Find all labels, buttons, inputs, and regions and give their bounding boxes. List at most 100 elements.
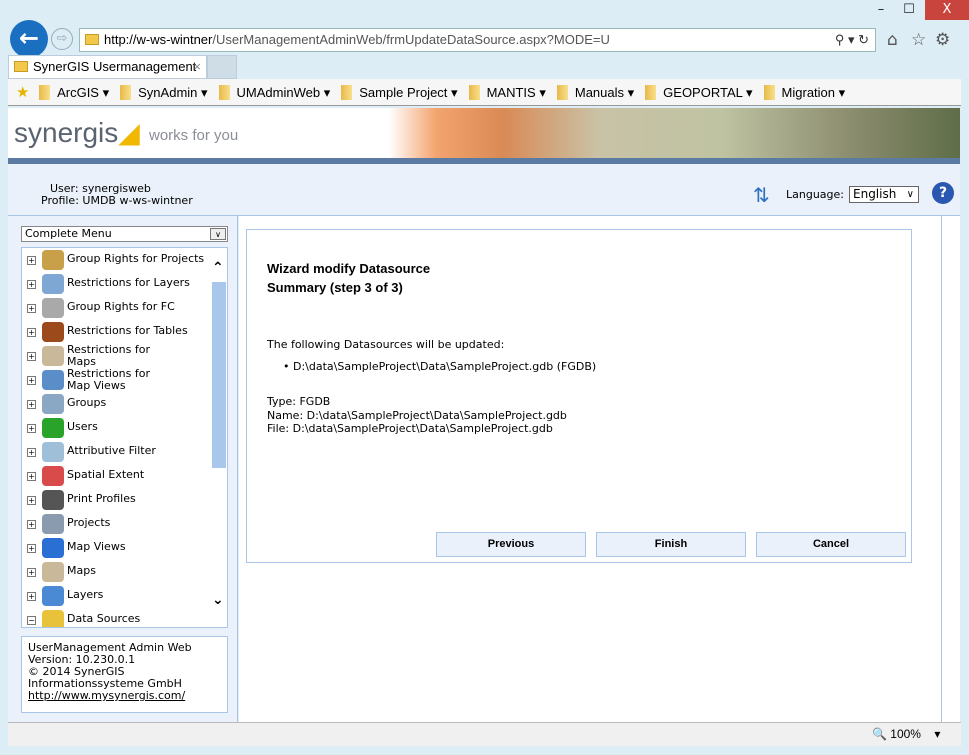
close-tab-icon[interactable]: × bbox=[193, 56, 201, 78]
scroll-down-icon[interactable]: ⌄ bbox=[212, 592, 224, 608]
close-window-button[interactable]: X bbox=[925, 0, 969, 20]
expand-icon[interactable]: + bbox=[27, 448, 36, 457]
folder-icon bbox=[645, 85, 657, 100]
expand-icon[interactable]: + bbox=[27, 568, 36, 577]
type-text: Type: FGDB bbox=[267, 395, 331, 408]
expand-icon[interactable]: + bbox=[27, 520, 36, 529]
search-refresh-icons[interactable]: ⚲ ▾ ↻ bbox=[835, 29, 869, 51]
datasource-list-item: • D:\data\SampleProject\Data\SampleProje… bbox=[283, 360, 597, 373]
browser-tab[interactable]: SynerGIS Usermanagement ... × bbox=[8, 55, 207, 96]
expand-icon[interactable]: + bbox=[27, 304, 36, 313]
tree-item[interactable]: + Print Profiles bbox=[27, 488, 207, 512]
expand-icon[interactable]: + bbox=[27, 544, 36, 553]
tree-item[interactable]: + Group Rights for Projects bbox=[27, 248, 207, 272]
tree-item-icon bbox=[42, 514, 64, 534]
profile-info: Profile: UMDB w-ws-wintner bbox=[41, 194, 193, 207]
tree-item-icon bbox=[42, 298, 64, 318]
address-bar[interactable]: http://w-ws-wintner/UserManagementAdminW… bbox=[79, 28, 876, 52]
expand-icon[interactable]: + bbox=[27, 496, 36, 505]
favicon-icon bbox=[14, 61, 28, 72]
tree-item[interactable]: + Restrictions for Layers bbox=[27, 272, 207, 296]
home-icon[interactable]: ⌂ bbox=[887, 30, 898, 50]
tree-item[interactable]: − Data Sources bbox=[27, 608, 207, 627]
tree-item-label: Group Rights for FC bbox=[67, 300, 175, 313]
tree-item-label: Users bbox=[67, 420, 98, 433]
previous-button[interactable]: Previous bbox=[436, 532, 586, 557]
chevron-down-icon[interactable]: ∨ bbox=[210, 228, 226, 240]
scrollbar-thumb[interactable] bbox=[212, 282, 226, 468]
expand-icon[interactable]: + bbox=[27, 400, 36, 409]
new-tab-button[interactable] bbox=[207, 55, 237, 79]
tree-item-label: Map Views bbox=[67, 540, 126, 553]
expand-icon[interactable]: + bbox=[27, 280, 36, 289]
settings-gear-icon[interactable]: ⚙ bbox=[935, 30, 950, 50]
menu-select-value: Complete Menu bbox=[25, 227, 112, 240]
zoom-control[interactable]: 🔍 100% ▾ bbox=[872, 727, 940, 741]
tree-item-icon bbox=[42, 562, 64, 582]
back-button[interactable]: ← bbox=[10, 20, 48, 58]
expand-icon[interactable]: + bbox=[27, 256, 36, 265]
favorites-star-icon[interactable]: ☆ bbox=[911, 30, 926, 50]
minimize-button[interactable]: – bbox=[867, 0, 895, 20]
collapse-icon[interactable]: − bbox=[27, 616, 36, 625]
favorite-folder[interactable]: SynAdmin ▾ bbox=[120, 79, 208, 106]
maximize-button[interactable]: ☐ bbox=[895, 0, 923, 20]
refresh-icon[interactable]: ⇅ bbox=[753, 183, 770, 207]
tree-item-icon bbox=[42, 586, 64, 606]
favorite-folder[interactable]: MANTIS ▾ bbox=[468, 79, 546, 106]
favorite-folder[interactable]: Sample Project ▾ bbox=[341, 79, 458, 106]
language-select[interactable]: English ∨ bbox=[849, 186, 919, 203]
expand-icon[interactable]: + bbox=[27, 328, 36, 337]
website-link[interactable]: http://www.mysynergis.com/ bbox=[28, 689, 185, 702]
about-box: UserManagement Admin Web Version: 10.230… bbox=[21, 636, 228, 713]
tree-item-icon bbox=[42, 610, 64, 627]
expand-icon[interactable]: + bbox=[27, 424, 36, 433]
dropdown-arrow-icon: ▾ bbox=[746, 85, 753, 100]
tree-item-label: Group Rights for Projects bbox=[67, 252, 205, 265]
tree-item[interactable]: + Maps bbox=[27, 560, 207, 584]
tree-item-label: Spatial Extent bbox=[67, 468, 145, 481]
tree-item-label: Projects bbox=[67, 516, 111, 529]
tree-item[interactable]: + Restrictions for Tables bbox=[27, 320, 207, 344]
tree-item-label: Print Profiles bbox=[67, 492, 136, 505]
tree-item-icon bbox=[42, 466, 64, 486]
expand-icon[interactable]: + bbox=[27, 592, 36, 601]
scroll-up-icon[interactable]: ⌃ bbox=[212, 260, 224, 276]
tree-item-icon bbox=[42, 370, 64, 390]
cancel-button[interactable]: Cancel bbox=[756, 532, 906, 557]
tree-item[interactable]: + Restrictions for Maps bbox=[27, 344, 207, 368]
tree-item-label: Layers bbox=[67, 588, 104, 601]
add-favorite-icon[interactable]: ★ bbox=[16, 84, 29, 101]
favorite-label: MANTIS bbox=[486, 85, 536, 100]
finish-button[interactable]: Finish bbox=[596, 532, 746, 557]
expand-icon[interactable]: + bbox=[27, 352, 36, 361]
tree-item[interactable]: + Layers bbox=[27, 584, 207, 608]
tree-item-icon bbox=[42, 418, 64, 438]
folder-icon bbox=[120, 85, 132, 100]
favorite-folder[interactable]: GEOPORTAL ▾ bbox=[645, 79, 753, 106]
favorite-folder[interactable]: Migration ▾ bbox=[763, 79, 845, 106]
favorite-folder[interactable]: Manuals ▾ bbox=[556, 79, 634, 106]
tree-item-icon bbox=[42, 490, 64, 510]
menu-select[interactable]: Complete Menu ∨ bbox=[21, 226, 228, 242]
forward-button[interactable]: ⇨ bbox=[51, 28, 73, 50]
favorite-folder[interactable]: UMAdminWeb ▾ bbox=[218, 79, 330, 106]
tree-item[interactable]: + Map Views bbox=[27, 536, 207, 560]
favorite-folder[interactable]: ArcGIS ▾ bbox=[39, 79, 109, 106]
tree-item[interactable]: + Attributive Filter bbox=[27, 440, 207, 464]
intro-text: The following Datasources will be update… bbox=[267, 338, 505, 351]
tree-item[interactable]: + Restrictions for Map Views bbox=[27, 368, 207, 392]
folder-icon bbox=[763, 85, 775, 100]
expand-icon[interactable]: + bbox=[27, 376, 36, 385]
help-icon[interactable]: ? bbox=[932, 182, 954, 204]
tree-item[interactable]: + Spatial Extent bbox=[27, 464, 207, 488]
folder-icon bbox=[556, 85, 568, 100]
tree-item-label: Restrictions for Tables bbox=[67, 324, 188, 337]
tree-item[interactable]: + Groups bbox=[27, 392, 207, 416]
tree-item[interactable]: + Group Rights for FC bbox=[27, 296, 207, 320]
expand-icon[interactable]: + bbox=[27, 472, 36, 481]
language-value: English bbox=[853, 187, 897, 201]
tree-scrollbar[interactable]: ⌃ ⌄ bbox=[210, 248, 227, 627]
tree-item[interactable]: + Users bbox=[27, 416, 207, 440]
tree-item[interactable]: + Projects bbox=[27, 512, 207, 536]
